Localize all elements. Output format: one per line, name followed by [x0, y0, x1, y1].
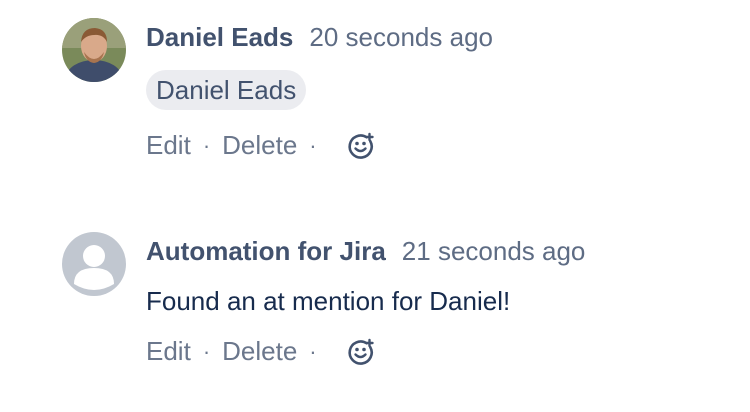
- avatar[interactable]: [62, 18, 126, 82]
- comment-author[interactable]: Automation for Jira: [146, 236, 386, 267]
- add-reaction-button[interactable]: [347, 132, 375, 160]
- comment-actions: Edit · Delete ·: [146, 130, 493, 161]
- action-separator: ·: [309, 338, 317, 364]
- default-person-avatar-icon: [62, 232, 126, 296]
- comment-timestamp[interactable]: 21 seconds ago: [402, 236, 586, 267]
- add-reaction-icon: [348, 132, 374, 159]
- edit-button[interactable]: Edit: [146, 336, 191, 367]
- comment-actions: Edit · Delete ·: [146, 336, 585, 367]
- avatar[interactable]: [62, 232, 126, 296]
- comment-body: Automation for Jira 21 seconds ago Found…: [146, 236, 585, 367]
- comment-timestamp[interactable]: 20 seconds ago: [309, 22, 493, 53]
- action-separator: ·: [202, 338, 211, 364]
- edit-button[interactable]: Edit: [146, 130, 191, 161]
- delete-button[interactable]: Delete: [222, 130, 297, 161]
- comment: Daniel Eads 20 seconds ago Daniel Eads E…: [0, 0, 750, 214]
- action-separator: ·: [202, 132, 211, 158]
- comment-body: Daniel Eads 20 seconds ago Daniel Eads E…: [146, 22, 493, 161]
- action-separator: ·: [309, 132, 317, 158]
- user-mention[interactable]: Daniel Eads: [146, 70, 307, 110]
- user-photo-avatar-icon: [62, 18, 126, 82]
- add-reaction-button[interactable]: [347, 338, 375, 366]
- comment-author[interactable]: Daniel Eads: [146, 22, 293, 53]
- comment-text: Found an at mention for Daniel!: [146, 286, 511, 316]
- delete-button[interactable]: Delete: [222, 336, 297, 367]
- add-reaction-icon: [348, 338, 374, 365]
- comment-header: Automation for Jira 21 seconds ago: [146, 236, 585, 270]
- comment: Automation for Jira 21 seconds ago Found…: [0, 214, 750, 412]
- comment-header: Daniel Eads 20 seconds ago: [146, 22, 493, 56]
